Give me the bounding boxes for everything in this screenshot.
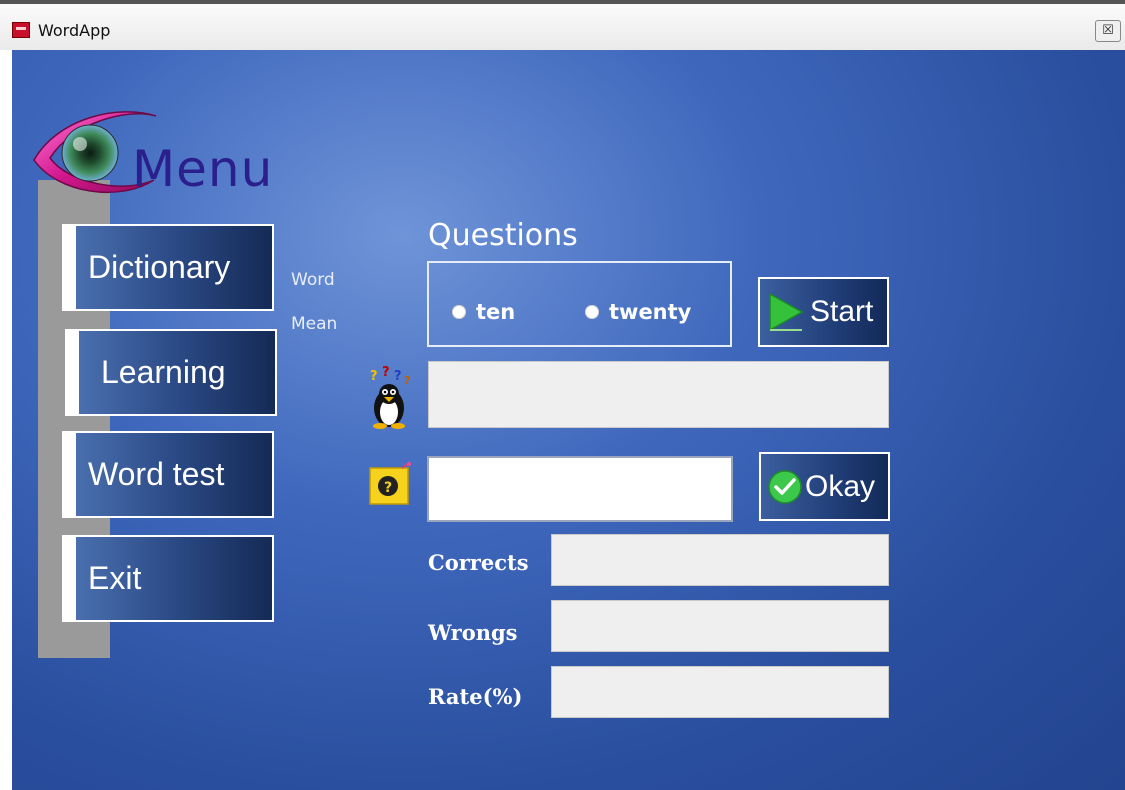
- rate-field: [551, 666, 889, 718]
- radio-ten[interactable]: ten: [452, 300, 515, 324]
- exit-button-label: Exit: [76, 537, 272, 620]
- exit-button[interactable]: Exit: [62, 535, 274, 622]
- mean-label: Mean: [291, 314, 338, 334]
- start-button-label: Start: [810, 295, 874, 328]
- svg-text:?: ?: [384, 480, 392, 496]
- radio-ten-label: ten: [476, 300, 516, 324]
- corrects-field: [551, 534, 889, 586]
- svg-text:?: ?: [382, 365, 390, 380]
- close-button[interactable]: ☒: [1095, 20, 1121, 42]
- dictionary-button-label: Dictionary: [76, 226, 272, 309]
- answer-input[interactable]: [427, 456, 733, 522]
- learning-button-label: Learning: [79, 331, 275, 414]
- menu-title: Menu: [132, 140, 274, 198]
- app-icon: [12, 22, 30, 38]
- word-test-button-label: Word test: [76, 433, 272, 516]
- svg-text:?: ?: [370, 369, 378, 384]
- window-title: WordApp: [38, 21, 111, 40]
- radio-twenty-dot: [585, 305, 599, 319]
- penguin-question-icon: ? ? ? ?: [370, 365, 410, 429]
- word-label: Word: [291, 270, 335, 290]
- svg-text:?: ?: [394, 369, 402, 384]
- corrects-label: Corrects: [428, 550, 529, 575]
- radio-twenty[interactable]: twenty: [585, 300, 691, 324]
- question-note-icon: ?: [369, 462, 411, 505]
- wrongs-field: [551, 600, 889, 652]
- start-button[interactable]: Start: [758, 277, 889, 347]
- wrongs-label: Wrongs: [428, 620, 518, 645]
- question-display: [428, 361, 889, 428]
- okay-button-label: Okay: [805, 469, 876, 503]
- play-icon: [769, 292, 804, 332]
- dictionary-button[interactable]: Dictionary: [62, 224, 274, 311]
- check-icon: [768, 469, 802, 504]
- title-bar: WordApp ☒: [0, 0, 1125, 50]
- questions-label: Questions: [428, 218, 578, 253]
- radio-ten-dot: [452, 305, 466, 319]
- okay-button[interactable]: Okay: [759, 452, 890, 521]
- word-test-button[interactable]: Word test: [62, 431, 274, 518]
- learning-button[interactable]: Learning: [65, 329, 277, 416]
- radio-twenty-label: twenty: [609, 300, 692, 324]
- svg-text:?: ?: [404, 374, 410, 387]
- rate-label: Rate(%): [428, 684, 523, 709]
